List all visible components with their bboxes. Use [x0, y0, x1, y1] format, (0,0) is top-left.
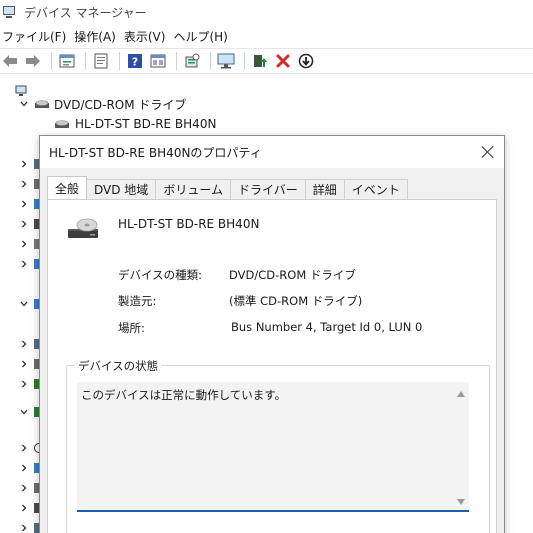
tab-dvd-region[interactable]: DVD 地域	[86, 179, 157, 199]
chevron-right-icon[interactable]	[18, 158, 30, 170]
manufacturer-label: 製造元:	[118, 294, 157, 308]
device-name: HL-DT-ST BD-RE BH40N	[118, 217, 260, 231]
properties-icon[interactable]	[57, 51, 77, 71]
scroll-up-icon[interactable]	[457, 391, 465, 397]
status-scrollbar[interactable]	[453, 382, 469, 510]
device-manager-icon	[2, 4, 18, 20]
menu-file[interactable]: ファイル(F)	[0, 28, 72, 45]
update-driver-icon[interactable]	[250, 51, 270, 71]
optical-drive-icon	[34, 98, 50, 110]
scan-hardware-icon[interactable]	[182, 51, 202, 71]
toolbar: ?	[0, 48, 533, 74]
tree-item-label: DVD/CD-ROM ドライブ	[54, 97, 187, 112]
chevron-right-icon[interactable]	[18, 378, 30, 390]
close-icon[interactable]	[480, 144, 496, 160]
tab-events[interactable]: イベント	[343, 179, 408, 199]
forward-arrow-icon[interactable]	[23, 51, 43, 71]
chevron-right-icon[interactable]	[18, 338, 30, 350]
device-status-text: このデバイスは正常に動作しています。	[81, 388, 287, 402]
toolbar-separator	[119, 52, 120, 70]
chevron-right-icon[interactable]	[18, 482, 30, 494]
dialog-titlebar: HL-DT-ST BD-RE BH40Nのプロパティ	[40, 136, 504, 168]
chevron-right-icon[interactable]	[18, 502, 30, 514]
chevron-right-icon[interactable]	[18, 358, 30, 370]
uninstall-icon[interactable]	[273, 51, 293, 71]
menubar: ファイル(F) 操作(A) 表示(V) ヘルプ(H)	[0, 25, 234, 47]
window-title: デバイス マネージャー	[24, 5, 147, 20]
location-label: 場所:	[118, 321, 145, 335]
general-tab-panel: HL-DT-ST BD-RE BH40N デバイスの種類: DVD/CD-ROM…	[47, 199, 497, 533]
device-status-textbox[interactable]: このデバイスは正常に動作しています。	[77, 382, 469, 512]
chevron-right-icon[interactable]	[18, 218, 30, 230]
toolbar-separator	[176, 52, 177, 70]
chevron-down-icon[interactable]	[18, 406, 30, 418]
chevron-right-icon[interactable]	[18, 258, 30, 270]
location-value: Bus Number 4, Target Id 0, LUN 0	[231, 320, 423, 334]
chevron-down-icon[interactable]	[18, 298, 30, 310]
tree-item-dvd-category[interactable]: DVD/CD-ROM ドライブ	[18, 94, 186, 114]
manufacturer-value: (標準 CD-ROM ドライブ)	[229, 294, 363, 308]
scroll-down-icon[interactable]	[457, 499, 465, 505]
optical-drive-icon	[54, 118, 70, 130]
device-status-group: デバイスの状態 このデバイスは正常に動作しています。	[66, 358, 490, 533]
svg-text:?: ?	[132, 56, 138, 69]
chevron-right-icon[interactable]	[18, 198, 30, 210]
tree-item-device[interactable]: HL-DT-ST BD-RE BH40N	[54, 114, 216, 134]
chevron-down-icon[interactable]	[18, 98, 30, 110]
menu-action[interactable]: 操作(A)	[72, 28, 122, 45]
device-type-label: デバイスの種類:	[118, 268, 203, 282]
help-icon[interactable]: ?	[125, 51, 145, 71]
tab-volume[interactable]: ボリューム	[155, 179, 231, 199]
back-arrow-icon[interactable]	[0, 51, 20, 71]
tree-item-label: HL-DT-ST BD-RE BH40N	[75, 117, 217, 131]
tab-details[interactable]: 詳細	[304, 179, 345, 199]
optical-drive-icon	[66, 214, 100, 244]
disable-icon[interactable]	[296, 51, 316, 71]
monitor-icon[interactable]	[216, 51, 236, 71]
view-icon[interactable]	[148, 51, 168, 71]
help-doc-icon[interactable]	[91, 51, 111, 71]
device-status-label: デバイスの状態	[75, 358, 162, 374]
tab-driver[interactable]: ドライバー	[229, 179, 306, 199]
toolbar-separator	[210, 52, 211, 70]
toolbar-separator	[244, 52, 245, 70]
tab-strip: 全般 DVD 地域 ボリューム ドライバー 詳細 イベント	[47, 176, 408, 199]
menu-view[interactable]: 表示(V)	[122, 28, 172, 45]
chevron-right-icon[interactable]	[18, 178, 30, 190]
toolbar-separator	[51, 52, 52, 70]
properties-dialog: HL-DT-ST BD-RE BH40Nのプロパティ 全般 DVD 地域 ボリュ…	[39, 135, 505, 533]
tab-general[interactable]: 全般	[47, 176, 88, 199]
dialog-title: HL-DT-ST BD-RE BH40Nのプロパティ	[49, 145, 262, 160]
chevron-right-icon[interactable]	[18, 522, 30, 533]
chevron-right-icon[interactable]	[18, 442, 30, 454]
chevron-right-icon[interactable]	[18, 238, 30, 250]
chevron-right-icon[interactable]	[18, 462, 30, 474]
window-titlebar: デバイス マネージャー	[0, 0, 533, 24]
toolbar-separator	[85, 52, 86, 70]
device-type-value: DVD/CD-ROM ドライブ	[229, 268, 356, 282]
menu-help[interactable]: ヘルプ(H)	[171, 28, 233, 45]
